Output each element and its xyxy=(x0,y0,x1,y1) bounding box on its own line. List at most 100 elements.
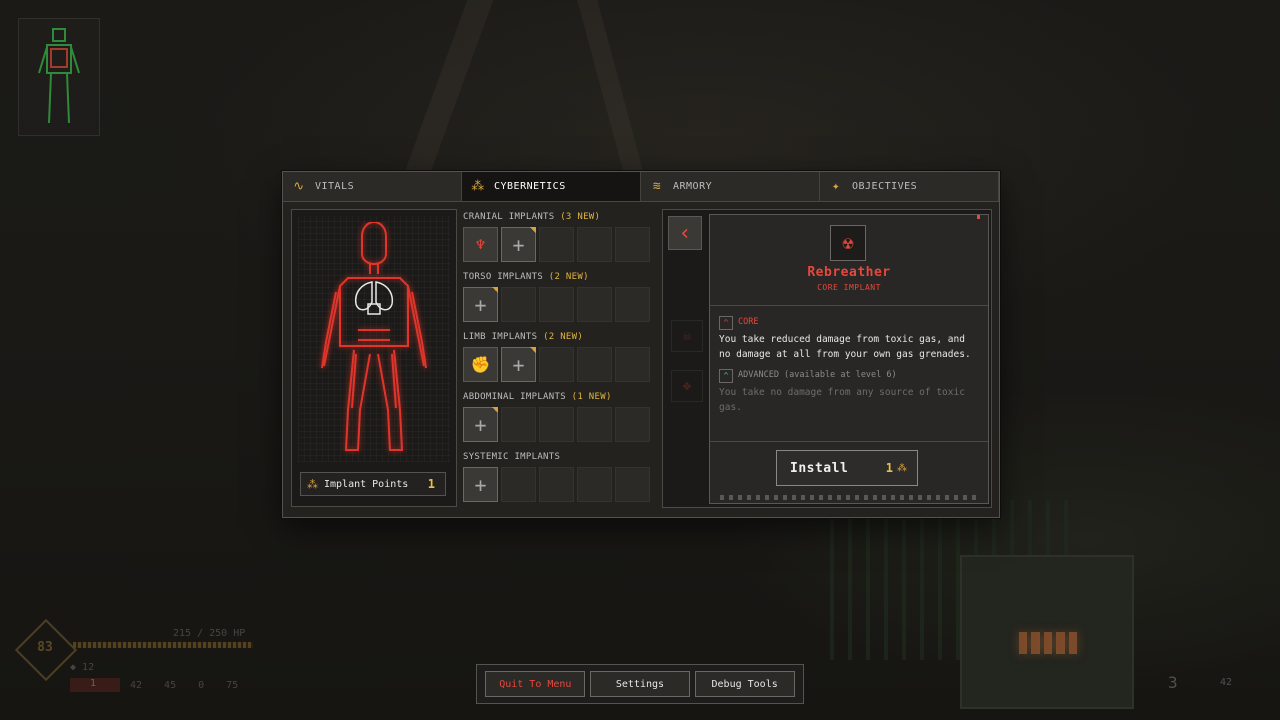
torso-group: TORSO IMPLANTS (2 NEW) + xyxy=(463,270,658,330)
group-label: CRANIAL IMPLANTS (3 NEW) xyxy=(463,210,658,224)
player-hud: 83 215 / 250 HP ◆ 12 1 42 45 0 75 xyxy=(14,618,253,700)
implant-slot[interactable]: ✊ xyxy=(463,347,498,382)
limb-group: LIMB IMPLANTS (2 NEW) ✊ + xyxy=(463,330,658,390)
implant-description: ^ CORE You take reduced damage from toxi… xyxy=(710,306,988,442)
tab-label: ARMORY xyxy=(673,181,713,192)
plus-icon: + xyxy=(474,292,487,317)
group-title: CRANIAL IMPLANTS xyxy=(463,212,555,222)
armory-icon: ≋ xyxy=(652,179,662,194)
add-implant-slot[interactable]: + xyxy=(463,287,498,322)
advanced-text: You take no damage from any source of to… xyxy=(719,387,965,413)
mini-body-icon xyxy=(38,28,80,124)
cybernetics-panel: ∿ VITALS ⁂ CYBERNETICS ≋ ARMORY ✦ OBJECT… xyxy=(282,171,1000,518)
abdominal-group: ABDOMINAL IMPLANTS (1 NEW) + xyxy=(463,390,658,450)
cranial-group: CRANIAL IMPLANTS (3 NEW) ♆ + xyxy=(463,210,658,270)
implant-slots: CRANIAL IMPLANTS (3 NEW) ♆ + TORSO IMPLA… xyxy=(463,210,658,510)
implant-type: CORE IMPLANT xyxy=(817,283,881,292)
core-tag: ^ CORE xyxy=(719,315,979,330)
chevron-up-icon: ^ xyxy=(719,315,733,330)
group-label: TORSO IMPLANTS (2 NEW) xyxy=(463,270,658,284)
add-implant-slot[interactable]: + xyxy=(463,407,498,442)
hp-bar xyxy=(73,642,253,648)
empty-slot xyxy=(615,347,650,382)
plus-icon: + xyxy=(512,352,525,377)
new-marker xyxy=(530,227,536,233)
group-title: TORSO IMPLANTS xyxy=(463,272,544,282)
add-implant-slot[interactable]: + xyxy=(501,347,536,382)
empty-slot xyxy=(577,467,612,502)
body-figure-icon xyxy=(321,222,427,451)
cranial-implant-icon: ♆ xyxy=(475,235,486,254)
empty-slot xyxy=(615,407,650,442)
group-label: SYSTEMIC IMPLANTS xyxy=(463,450,658,464)
empty-slot xyxy=(539,347,574,382)
new-marker xyxy=(492,287,498,293)
tab-objectives[interactable]: ✦ OBJECTIVES xyxy=(820,172,999,201)
empty-slot xyxy=(615,287,650,322)
ammo-loaded: 3 xyxy=(1168,673,1178,692)
chevron-up-icon: ^ xyxy=(719,368,733,383)
plus-icon: + xyxy=(474,412,487,437)
new-count: (2 NEW) xyxy=(548,272,589,282)
player-level: 83 xyxy=(37,640,53,655)
advanced-tag: ^ ADVANCED (available at level 6) xyxy=(719,368,979,383)
implant-points-label: Implant Points xyxy=(324,478,409,490)
plus-icon: + xyxy=(474,472,487,497)
implant-points-value: 1 xyxy=(427,477,435,491)
tab-armory[interactable]: ≋ ARMORY xyxy=(641,172,820,201)
debug-tools-button[interactable]: Debug Tools xyxy=(694,671,795,697)
pause-menu: Quit To Menu Settings Debug Tools xyxy=(476,664,804,704)
group-title: ABDOMINAL IMPLANTS xyxy=(463,392,566,402)
implant-card-footer: Install 1 ⁂ xyxy=(710,442,988,502)
tab-label: VITALS xyxy=(315,181,355,192)
new-count: (1 NEW) xyxy=(571,392,612,402)
tab-vitals[interactable]: ∿ VITALS xyxy=(283,172,462,201)
hud-stat: 42 xyxy=(130,680,143,691)
add-implant-slot[interactable]: + xyxy=(463,467,498,502)
quit-to-menu-button[interactable]: Quit To Menu xyxy=(485,671,586,697)
empty-slot xyxy=(577,287,612,322)
group-title: SYSTEMIC IMPLANTS xyxy=(463,452,561,462)
implant-point-icon: ⁂ xyxy=(307,477,318,491)
implant-detail: ‹ ☠ ✥ ☢ Rebreather CORE IMPLANT ^ CORE Y… xyxy=(662,209,992,508)
ceiling-beam xyxy=(577,0,643,170)
install-cost: 1 xyxy=(885,461,893,475)
gas-mask-icon: ☢ xyxy=(830,225,866,261)
vitals-icon: ∿ xyxy=(293,179,305,194)
hp-readout: 215 / 250 HP xyxy=(173,628,246,639)
empty-slot xyxy=(501,407,536,442)
tab-bar: ∿ VITALS ⁂ CYBERNETICS ≋ ARMORY ✦ OBJECT… xyxy=(283,172,999,202)
empty-slot xyxy=(501,467,536,502)
add-implant-slot[interactable]: + xyxy=(501,227,536,262)
chevron-left-icon: ‹ xyxy=(678,220,692,246)
implant-slot[interactable]: ♆ xyxy=(463,227,498,262)
core-label: CORE xyxy=(738,317,759,327)
faded-implant-icon: ☠ xyxy=(671,320,703,352)
back-button[interactable]: ‹ xyxy=(668,216,702,250)
fist-implant-icon: ✊ xyxy=(470,355,491,374)
mini-body-status xyxy=(18,18,100,136)
new-count: (2 NEW) xyxy=(543,332,584,342)
settings-button[interactable]: Settings xyxy=(589,671,690,697)
group-label: LIMB IMPLANTS (2 NEW) xyxy=(463,330,658,344)
hud-stat: 45 xyxy=(164,680,177,691)
objectives-icon: ✦ xyxy=(831,179,841,194)
faded-implant-icon: ✥ xyxy=(671,370,703,402)
implant-points: ⁂ Implant Points 1 xyxy=(300,472,446,496)
body-diagram: ⁂ Implant Points 1 xyxy=(291,209,457,507)
tab-label: CYBERNETICS xyxy=(494,181,566,192)
hud-stat: 75 xyxy=(226,680,239,691)
cybernetics-icon: ⁂ xyxy=(471,179,485,194)
empty-slot xyxy=(539,407,574,442)
crate-lights xyxy=(1019,632,1078,654)
group-label: ABDOMINAL IMPLANTS (1 NEW) xyxy=(463,390,658,404)
advanced-label: ADVANCED (available at level 6) xyxy=(738,370,897,380)
empty-slot xyxy=(539,227,574,262)
install-button[interactable]: Install 1 ⁂ xyxy=(776,450,918,486)
tab-cybernetics[interactable]: ⁂ CYBERNETICS xyxy=(462,172,641,201)
ammo-hud: 3 42 xyxy=(1040,665,1270,701)
hud-stat: 0 xyxy=(198,680,205,691)
empty-slot xyxy=(539,467,574,502)
card-ticks xyxy=(720,495,978,500)
hud-stats: 42 45 0 75 xyxy=(130,680,238,691)
